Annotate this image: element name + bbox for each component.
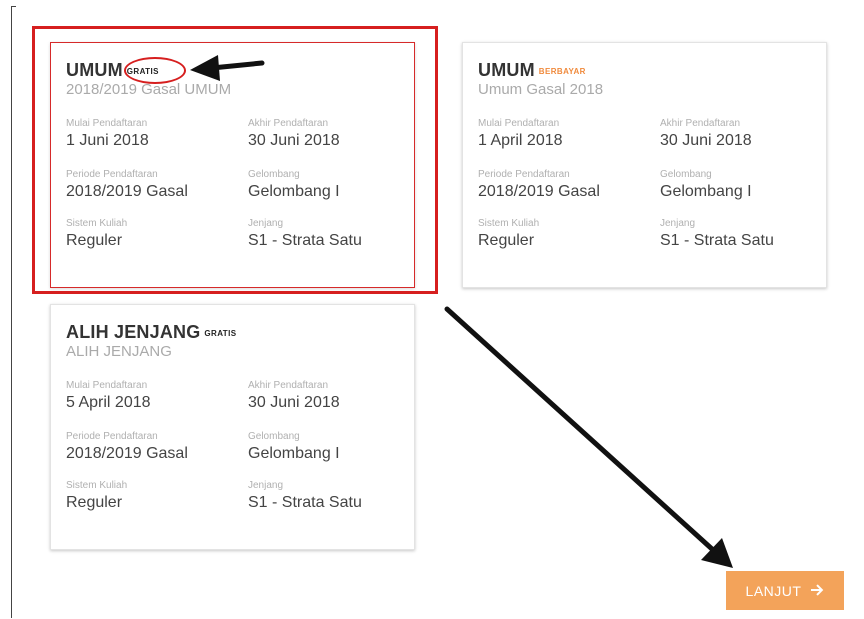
field-value: 30 Juni 2018: [248, 394, 340, 411]
field-label: Gelombang: [660, 169, 712, 180]
field-value: 2018/2019 Gasal: [66, 445, 188, 462]
field-mulai: Mulai Pendaftaran 1 April 2018: [478, 118, 563, 150]
field-mulai: Mulai Pendaftaran 5 April 2018: [66, 380, 151, 412]
field-label: Periode Pendaftaran: [478, 169, 570, 180]
field-label: Mulai Pendaftaran: [66, 380, 148, 391]
field-label: Gelombang: [248, 431, 300, 442]
field-sistem: Sistem Kuliah Reguler: [478, 218, 539, 250]
field-akhir: Akhir Pendaftaran 30 Juni 2018: [248, 380, 340, 412]
field-label: Akhir Pendaftaran: [248, 380, 329, 391]
field-value: Reguler: [66, 494, 123, 511]
card-title: UMUM BERBAYAR: [478, 60, 586, 81]
field-value: 30 Juni 2018: [660, 132, 752, 149]
field-periode: Periode Pendaftaran 2018/2019 Gasal: [66, 431, 188, 463]
field-value: 2018/2019 Gasal: [478, 183, 600, 200]
annotation-arrow-diagonal-icon: [444, 306, 733, 568]
left-border-line: [11, 6, 12, 618]
card-title-text: UMUM: [478, 60, 535, 80]
annotation-highlight-box: [32, 26, 438, 294]
field-jenjang: Jenjang S1 - Strata Satu: [248, 480, 362, 512]
card-subtitle: ALIH JENJANG: [66, 343, 172, 360]
arrow-right-icon: [811, 583, 824, 599]
field-jenjang: Jenjang S1 - Strata Satu: [660, 218, 774, 250]
field-label: Mulai Pendaftaran: [478, 118, 560, 129]
field-value: Gelombang I: [248, 445, 340, 462]
field-value: 1 April 2018: [478, 132, 563, 149]
field-label: Periode Pendaftaran: [66, 431, 158, 442]
price-badge: BERBAYAR: [538, 66, 586, 76]
field-label: Sistem Kuliah: [478, 218, 540, 229]
field-value: S1 - Strata Satu: [248, 494, 362, 511]
card-title-text: ALIH JENJANG: [66, 322, 201, 342]
field-label: Jenjang: [660, 218, 696, 229]
field-gelombang: Gelombang Gelombang I: [248, 431, 340, 463]
registration-card-umum-berbayar[interactable]: UMUM BERBAYAR Umum Gasal 2018 Mulai Penda…: [462, 42, 827, 288]
price-badge: GRATIS: [204, 328, 237, 338]
next-button[interactable]: LANJUT: [726, 571, 844, 610]
field-value: 5 April 2018: [66, 394, 151, 411]
field-value: Reguler: [478, 232, 535, 249]
field-label: Sistem Kuliah: [66, 480, 128, 491]
next-button-label: LANJUT: [745, 582, 802, 599]
field-value: Gelombang I: [660, 183, 752, 200]
field-label: Akhir Pendaftaran: [660, 118, 741, 129]
field-label: Jenjang: [248, 480, 284, 491]
card-subtitle: Umum Gasal 2018: [478, 81, 604, 98]
field-gelombang: Gelombang Gelombang I: [660, 169, 752, 201]
registration-card-alih-jenjang[interactable]: ALIH JENJANG GRATIS ALIH JENJANG Mulai Pe…: [50, 304, 415, 550]
field-sistem: Sistem Kuliah Reguler: [66, 480, 127, 512]
annotation-circle: [124, 57, 186, 84]
card-title: ALIH JENJANG GRATIS: [66, 322, 236, 343]
left-border-tick: [11, 6, 16, 7]
field-value: S1 - Strata Satu: [660, 232, 774, 249]
field-akhir: Akhir Pendaftaran 30 Juni 2018: [660, 118, 752, 150]
field-periode: Periode Pendaftaran 2018/2019 Gasal: [478, 169, 600, 201]
